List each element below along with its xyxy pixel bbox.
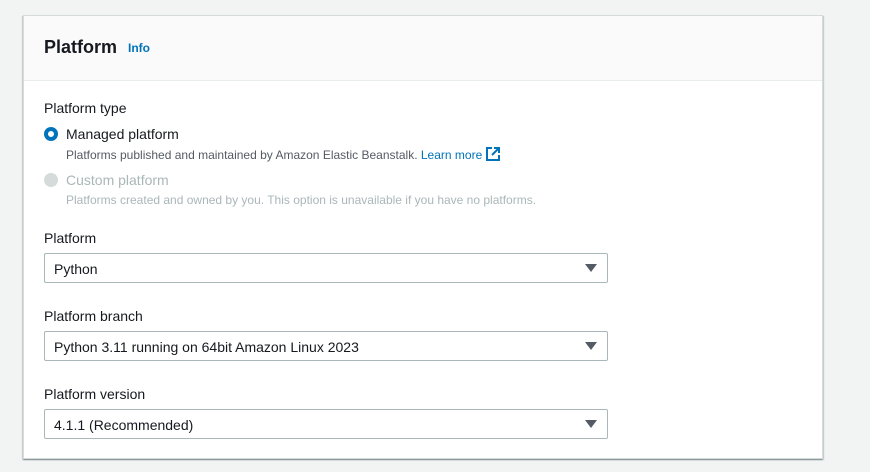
managed-platform-description-text: Platforms published and maintained by Am… (66, 148, 418, 162)
caret-down-icon (585, 342, 597, 350)
platform-select-value: Python (54, 261, 98, 277)
custom-platform-description: Platforms created and owned by you. This… (66, 193, 537, 207)
caret-down-icon (585, 420, 597, 428)
custom-platform-radio[interactable] (44, 173, 58, 187)
platform-branch-label: Platform branch (44, 308, 143, 324)
platform-version-label: Platform version (44, 386, 146, 402)
platform-panel: Platform Info Platform type Managed plat… (23, 15, 823, 459)
platform-type-label: Platform type (44, 100, 127, 116)
platform-select[interactable]: Python (44, 253, 608, 283)
panel-title: Platform (44, 37, 118, 57)
caret-down-icon (585, 264, 597, 272)
learn-more-label[interactable]: Learn more (421, 148, 482, 162)
platform-branch-select-value: Python 3.11 running on 64bit Amazon Linu… (54, 339, 359, 355)
custom-platform-label[interactable]: Custom platform (66, 172, 169, 188)
managed-platform-radio[interactable] (44, 127, 58, 141)
learn-more-link[interactable]: Learn more (421, 147, 501, 162)
panel-header: Platform Info (24, 16, 822, 81)
info-link[interactable]: Info (128, 41, 150, 55)
platform-label: Platform (44, 230, 97, 246)
managed-platform-label[interactable]: Managed platform (66, 126, 179, 142)
platform-version-select[interactable]: 4.1.1 (Recommended) (44, 409, 608, 439)
external-link-icon[interactable] (486, 147, 501, 161)
managed-platform-description: Platforms published and maintained by Am… (66, 147, 501, 162)
platform-version-select-value: 4.1.1 (Recommended) (54, 417, 194, 433)
platform-branch-select[interactable]: Python 3.11 running on 64bit Amazon Linu… (44, 331, 608, 361)
